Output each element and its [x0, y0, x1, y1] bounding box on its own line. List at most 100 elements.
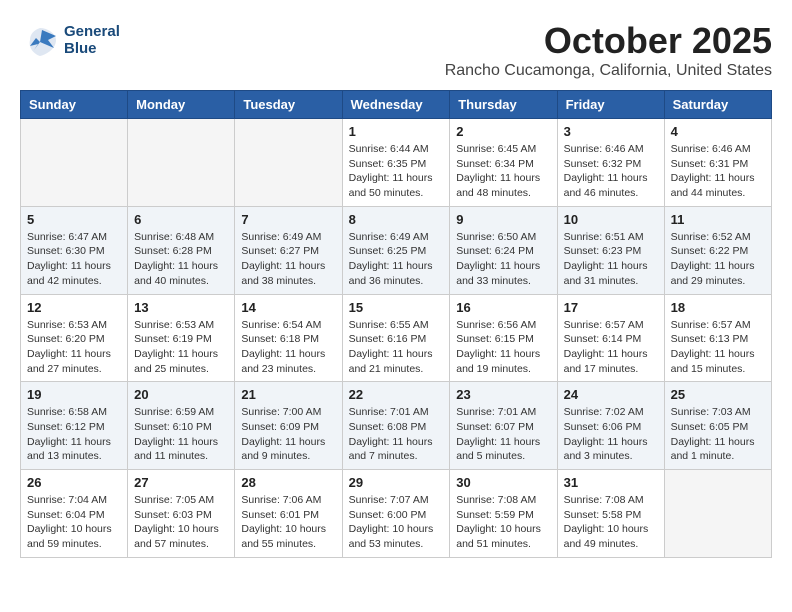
calendar-week-row: 12 Sunrise: 6:53 AM Sunset: 6:20 PM Dayli… — [21, 294, 772, 382]
calendar-cell: 17 Sunrise: 6:57 AM Sunset: 6:14 PM Dayli… — [557, 294, 664, 382]
day-info: Sunrise: 6:59 AM Sunset: 6:10 PM Dayligh… — [134, 405, 228, 464]
weekday-header-tuesday: Tuesday — [235, 91, 342, 119]
weekday-header-monday: Monday — [128, 91, 235, 119]
weekday-header-row: SundayMondayTuesdayWednesdayThursdayFrid… — [21, 91, 772, 119]
day-info: Sunrise: 6:57 AM Sunset: 6:13 PM Dayligh… — [671, 318, 765, 377]
day-info: Sunrise: 7:03 AM Sunset: 6:05 PM Dayligh… — [671, 405, 765, 464]
day-number: 26 — [27, 475, 121, 490]
day-info: Sunrise: 6:51 AM Sunset: 6:23 PM Dayligh… — [564, 230, 658, 289]
day-number: 12 — [27, 300, 121, 315]
calendar-cell: 10Sunrise: 6:51 AM Sunset: 6:23 PM Dayli… — [557, 206, 664, 294]
calendar-cell: 26 Sunrise: 7:04 AM Sunset: 6:04 PM Dayli… — [21, 470, 128, 558]
day-info: Sunrise: 6:53 AM Sunset: 6:19 PM Dayligh… — [134, 318, 228, 377]
calendar-cell: 28Sunrise: 7:06 AM Sunset: 6:01 PM Dayli… — [235, 470, 342, 558]
day-info: Sunrise: 7:00 AM Sunset: 6:09 PM Dayligh… — [241, 405, 335, 464]
day-info: Sunrise: 6:53 AM Sunset: 6:20 PM Dayligh… — [27, 318, 121, 377]
calendar-cell: 31 Sunrise: 7:08 AM Sunset: 5:58 PM Dayli… — [557, 470, 664, 558]
calendar-cell: 6 Sunrise: 6:48 AM Sunset: 6:28 PM Daylig… — [128, 206, 235, 294]
page-header: General Blue October 2025 Rancho Cucamon… — [20, 20, 772, 80]
calendar-cell: 2 Sunrise: 6:45 AM Sunset: 6:34 PM Daylig… — [450, 119, 557, 207]
calendar-cell: 11Sunrise: 6:52 AM Sunset: 6:22 PM Dayli… — [664, 206, 771, 294]
calendar-cell: 23Sunrise: 7:01 AM Sunset: 6:07 PM Dayli… — [450, 382, 557, 470]
day-info: Sunrise: 6:57 AM Sunset: 6:14 PM Dayligh… — [564, 318, 658, 377]
day-info: Sunrise: 7:08 AM Sunset: 5:58 PM Dayligh… — [564, 493, 658, 552]
day-info: Sunrise: 7:05 AM Sunset: 6:03 PM Dayligh… — [134, 493, 228, 552]
calendar-cell: 25 Sunrise: 7:03 AM Sunset: 6:05 PM Dayli… — [664, 382, 771, 470]
calendar-cell: 7Sunrise: 6:49 AM Sunset: 6:27 PM Daylig… — [235, 206, 342, 294]
weekday-header-sunday: Sunday — [21, 91, 128, 119]
logo-text: General Blue — [64, 23, 120, 57]
day-info: Sunrise: 6:56 AM Sunset: 6:15 PM Dayligh… — [456, 318, 550, 377]
calendar-cell — [235, 119, 342, 207]
day-number: 29 — [349, 475, 444, 490]
month-title: October 2025 — [445, 20, 772, 62]
day-number: 22 — [349, 387, 444, 402]
day-info: Sunrise: 7:06 AM Sunset: 6:01 PM Dayligh… — [241, 493, 335, 552]
day-number: 19 — [27, 387, 121, 402]
day-info: Sunrise: 6:55 AM Sunset: 6:16 PM Dayligh… — [349, 318, 444, 377]
day-number: 11 — [671, 212, 765, 227]
day-info: Sunrise: 7:04 AM Sunset: 6:04 PM Dayligh… — [27, 493, 121, 552]
day-info: Sunrise: 6:58 AM Sunset: 6:12 PM Dayligh… — [27, 405, 121, 464]
day-number: 6 — [134, 212, 228, 227]
calendar-cell: 24 Sunrise: 7:02 AM Sunset: 6:06 PM Dayli… — [557, 382, 664, 470]
weekday-header-wednesday: Wednesday — [342, 91, 450, 119]
calendar-cell: 9Sunrise: 6:50 AM Sunset: 6:24 PM Daylig… — [450, 206, 557, 294]
calendar-cell: 3Sunrise: 6:46 AM Sunset: 6:32 PM Daylig… — [557, 119, 664, 207]
day-number: 18 — [671, 300, 765, 315]
day-info: Sunrise: 6:44 AM Sunset: 6:35 PM Dayligh… — [349, 142, 444, 201]
day-number: 2 — [456, 124, 550, 139]
day-info: Sunrise: 7:07 AM Sunset: 6:00 PM Dayligh… — [349, 493, 444, 552]
day-number: 8 — [349, 212, 444, 227]
day-number: 27 — [134, 475, 228, 490]
calendar-cell: 27 Sunrise: 7:05 AM Sunset: 6:03 PM Dayli… — [128, 470, 235, 558]
location-title: Rancho Cucamonga, California, United Sta… — [445, 62, 772, 80]
calendar-cell: 15 Sunrise: 6:55 AM Sunset: 6:16 PM Dayli… — [342, 294, 450, 382]
calendar-cell: 16 Sunrise: 6:56 AM Sunset: 6:15 PM Dayli… — [450, 294, 557, 382]
calendar-table: SundayMondayTuesdayWednesdayThursdayFrid… — [20, 90, 772, 558]
calendar-cell: 1 Sunrise: 6:44 AM Sunset: 6:35 PM Daylig… — [342, 119, 450, 207]
day-number: 4 — [671, 124, 765, 139]
day-info: Sunrise: 6:49 AM Sunset: 6:27 PM Dayligh… — [241, 230, 335, 289]
day-number: 15 — [349, 300, 444, 315]
calendar-week-row: 19 Sunrise: 6:58 AM Sunset: 6:12 PM Dayli… — [21, 382, 772, 470]
day-number: 24 — [564, 387, 658, 402]
calendar-cell: 22Sunrise: 7:01 AM Sunset: 6:08 PM Dayli… — [342, 382, 450, 470]
day-number: 17 — [564, 300, 658, 315]
calendar-cell: 12 Sunrise: 6:53 AM Sunset: 6:20 PM Dayli… — [21, 294, 128, 382]
day-number: 21 — [241, 387, 335, 402]
day-info: Sunrise: 6:46 AM Sunset: 6:32 PM Dayligh… — [564, 142, 658, 201]
day-number: 31 — [564, 475, 658, 490]
day-info: Sunrise: 6:46 AM Sunset: 6:31 PM Dayligh… — [671, 142, 765, 201]
logo-bird-icon — [20, 20, 60, 60]
calendar-week-row: 26 Sunrise: 7:04 AM Sunset: 6:04 PM Dayli… — [21, 470, 772, 558]
calendar-cell: 19 Sunrise: 6:58 AM Sunset: 6:12 PM Dayli… — [21, 382, 128, 470]
day-number: 20 — [134, 387, 228, 402]
calendar-cell: 21 Sunrise: 7:00 AM Sunset: 6:09 PM Dayli… — [235, 382, 342, 470]
title-area: October 2025 Rancho Cucamonga, Californi… — [445, 20, 772, 80]
day-number: 14 — [241, 300, 335, 315]
day-number: 25 — [671, 387, 765, 402]
day-number: 1 — [349, 124, 444, 139]
calendar-cell: 20 Sunrise: 6:59 AM Sunset: 6:10 PM Dayli… — [128, 382, 235, 470]
day-info: Sunrise: 6:49 AM Sunset: 6:25 PM Dayligh… — [349, 230, 444, 289]
day-info: Sunrise: 7:01 AM Sunset: 6:07 PM Dayligh… — [456, 405, 550, 464]
calendar-cell — [128, 119, 235, 207]
day-info: Sunrise: 6:45 AM Sunset: 6:34 PM Dayligh… — [456, 142, 550, 201]
calendar-cell: 18 Sunrise: 6:57 AM Sunset: 6:13 PM Dayli… — [664, 294, 771, 382]
day-info: Sunrise: 7:08 AM Sunset: 5:59 PM Dayligh… — [456, 493, 550, 552]
day-info: Sunrise: 6:48 AM Sunset: 6:28 PM Dayligh… — [134, 230, 228, 289]
day-info: Sunrise: 6:50 AM Sunset: 6:24 PM Dayligh… — [456, 230, 550, 289]
calendar-cell — [21, 119, 128, 207]
weekday-header-thursday: Thursday — [450, 91, 557, 119]
logo: General Blue — [20, 20, 120, 60]
calendar-cell: 8 Sunrise: 6:49 AM Sunset: 6:25 PM Daylig… — [342, 206, 450, 294]
day-number: 5 — [27, 212, 121, 227]
day-number: 16 — [456, 300, 550, 315]
day-info: Sunrise: 7:02 AM Sunset: 6:06 PM Dayligh… — [564, 405, 658, 464]
calendar-cell — [664, 470, 771, 558]
weekday-header-saturday: Saturday — [664, 91, 771, 119]
calendar-week-row: 5Sunrise: 6:47 AM Sunset: 6:30 PM Daylig… — [21, 206, 772, 294]
weekday-header-friday: Friday — [557, 91, 664, 119]
calendar-cell: 5Sunrise: 6:47 AM Sunset: 6:30 PM Daylig… — [21, 206, 128, 294]
